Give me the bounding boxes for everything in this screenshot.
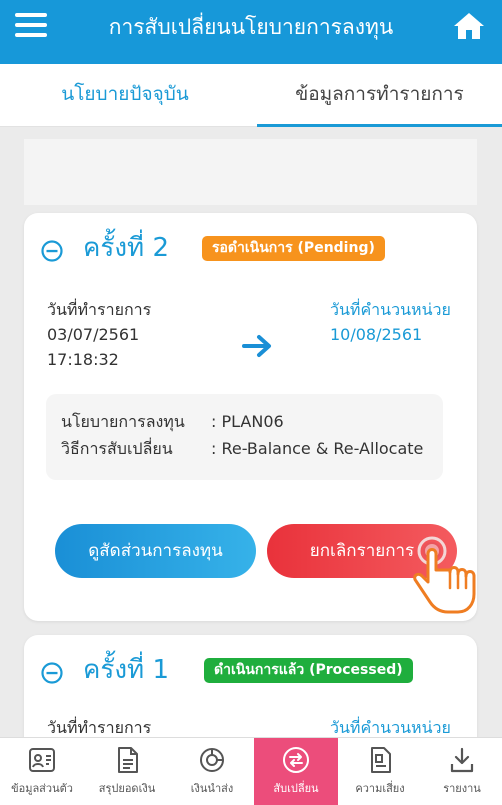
home-icon[interactable]	[452, 11, 486, 41]
nav-item-profile[interactable]: ข้อมูลส่วนตัว	[0, 738, 84, 805]
policy-label: นโยบายการลงทุน	[61, 412, 185, 431]
policy-value: : PLAN06	[211, 412, 284, 431]
method-value: : Re-Balance & Re-Allocate	[211, 439, 424, 458]
tab-bar: นโยบายปัจจุบัน ข้อมูลการทำรายการ	[0, 64, 502, 127]
arrow-right-icon	[242, 335, 271, 357]
bottom-nav: ข้อมูลส่วนตัว สรุปยอดเงิน เงินนำส่ง สับเ…	[0, 737, 502, 805]
nav-label: สรุปยอดเงิน	[98, 782, 156, 795]
view-investment-ratio-button[interactable]: ดูสัดส่วนการลงทุน	[55, 524, 256, 578]
round-title: ครั้งที่ 1	[83, 655, 169, 685]
nav-item-report[interactable]: รายงาน	[422, 738, 502, 805]
nav-item-switch[interactable]: สับเปลี่ยน	[254, 738, 338, 805]
pie-chart-icon	[200, 748, 224, 772]
document-summary-icon	[118, 747, 138, 773]
calc-date: 10/08/2561	[330, 325, 423, 344]
transaction-date-label: วันที่ทำรายการ	[47, 300, 152, 319]
transaction-card: ครั้งที่ 2 รอดำเนินการ (Pending) วันที่ท…	[24, 213, 477, 621]
download-report-icon	[450, 747, 474, 773]
transaction-list[interactable]: ครั้งที่ 2 รอดำเนินการ (Pending) วันที่ท…	[0, 127, 502, 737]
tab-transaction-info[interactable]: ข้อมูลการทำรายการ	[257, 64, 502, 127]
transaction-card: ครั้งที่ 1 ดำเนินการแล้ว (Processed) วัน…	[24, 635, 477, 737]
method-row: วิธีการสับเปลี่ยน : Re-Balance & Re-Alloc…	[61, 438, 423, 460]
nav-item-summary[interactable]: สรุปยอดเงิน	[84, 738, 170, 805]
cancel-transaction-button[interactable]: ยกเลิกรายการ	[267, 524, 457, 578]
round-title: ครั้งที่ 2	[83, 233, 169, 263]
nav-item-risk[interactable]: ความเสี่ยง	[338, 738, 422, 805]
nav-item-contribution[interactable]: เงินนำส่ง	[170, 738, 254, 805]
transaction-date: 03/07/2561	[47, 325, 140, 344]
calc-date-label: วันที่คำนวนหน่วย	[330, 718, 451, 737]
profile-card-icon	[29, 748, 55, 772]
nav-label: ข้อมูลส่วนตัว	[11, 782, 73, 795]
calc-date-label: วันที่คำนวนหน่วย	[330, 300, 451, 319]
policy-info-box: นโยบายการลงทุน : PLAN06 วิธีการสับเปลี่ยน…	[46, 394, 443, 480]
collapse-minus-icon[interactable]	[41, 240, 63, 262]
transaction-date-label: วันที่ทำรายการ	[47, 718, 152, 737]
tab-current-policy[interactable]: นโยบายปัจจุบัน	[0, 64, 250, 126]
policy-row: นโยบายการลงทุน : PLAN06	[61, 411, 284, 433]
nav-label: สับเปลี่ยน	[273, 782, 319, 795]
nav-label: เงินนำส่ง	[190, 782, 234, 795]
blank-panel	[24, 139, 477, 205]
nav-label: รายงาน	[443, 782, 481, 795]
method-label: วิธีการสับเปลี่ยน	[61, 439, 173, 458]
nav-label: ความเสี่ยง	[355, 782, 405, 795]
switch-arrows-icon	[283, 747, 309, 773]
transaction-time: 17:18:32	[47, 350, 119, 369]
page-title: การสับเปลี่ยนนโยบายการลงทุน	[108, 15, 394, 39]
app-header: การสับเปลี่ยนนโยบายการลงทุน	[0, 0, 502, 64]
status-badge: ดำเนินการแล้ว (Processed)	[204, 658, 413, 683]
collapse-minus-icon[interactable]	[41, 662, 63, 684]
status-badge: รอดำเนินการ (Pending)	[202, 236, 385, 261]
risk-document-icon	[371, 747, 391, 773]
